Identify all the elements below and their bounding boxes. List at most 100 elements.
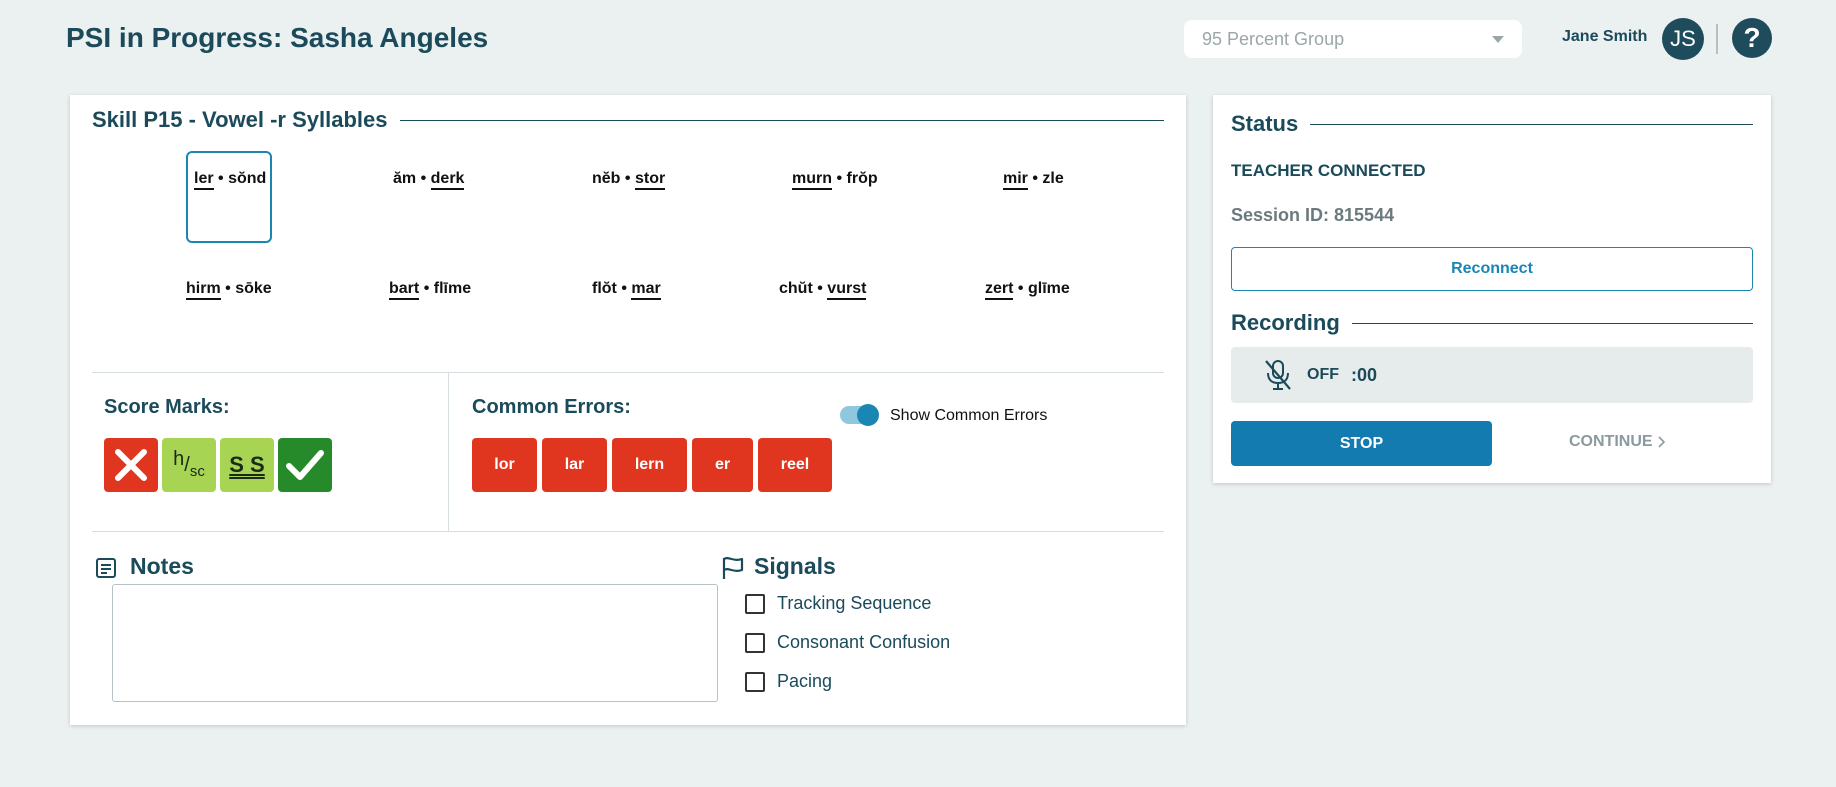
word-syllable: glīme (1027, 280, 1070, 297)
word-separator: • (621, 280, 627, 297)
word-item[interactable]: murn • frŏp (792, 170, 878, 190)
recording-title: Recording (1231, 310, 1340, 335)
word-separator: • (218, 170, 224, 187)
signals-label: Signals (754, 553, 836, 579)
word-item[interactable]: flŏt • mar (592, 280, 661, 300)
recording-bar: OFF :00 (1231, 347, 1753, 403)
word-item[interactable]: nĕb • stor (592, 170, 666, 190)
toggle-knob (857, 404, 879, 426)
connection-status: TEACHER CONNECTED (1231, 161, 1426, 180)
recording-state: OFF (1307, 366, 1339, 383)
score-ss-button[interactable]: S S (220, 438, 274, 492)
word-syllable: flŏt (592, 280, 617, 297)
signal-pacing[interactable]: Pacing (745, 671, 832, 692)
flag-icon (720, 555, 746, 586)
word-syllable: flīme (433, 280, 472, 297)
word-item[interactable]: mir • zle (1003, 170, 1064, 190)
section-divider (92, 372, 1164, 373)
word-item[interactable]: chŭt • vurst (779, 280, 867, 300)
avatar[interactable]: JS (1662, 18, 1704, 60)
selected-word-card[interactable] (186, 151, 272, 243)
word-item[interactable]: bart • flīme (389, 280, 472, 300)
word-separator: • (420, 170, 427, 187)
error-button-lor[interactable]: lor (472, 438, 537, 492)
word-syllable: mar (631, 280, 661, 300)
word-separator: • (1032, 170, 1038, 187)
word-syllable: sŏnd (228, 170, 267, 187)
score-incorrect-button[interactable] (104, 438, 158, 492)
score-correct-button[interactable] (278, 438, 332, 492)
word-item[interactable]: hirm • sōke (186, 280, 272, 300)
status-header: Status (1231, 111, 1753, 137)
header-divider (1716, 24, 1718, 54)
word-syllable: nĕb (592, 170, 621, 187)
checkbox[interactable] (745, 671, 765, 692)
signal-consonant-confusion[interactable]: Consonant Confusion (745, 632, 950, 653)
help-button[interactable]: ? (1732, 18, 1772, 58)
notes-textarea[interactable] (112, 584, 718, 702)
signal-label: Consonant Confusion (777, 632, 951, 652)
word-syllable: vurst (827, 280, 867, 300)
mic-off-icon (1265, 360, 1291, 390)
word-syllable: frŏp (846, 170, 878, 187)
chevron-down-icon (1492, 35, 1504, 43)
notes-label: Notes (130, 553, 194, 579)
stop-button[interactable]: STOP (1231, 421, 1492, 466)
reconnect-button[interactable]: Reconnect (1231, 247, 1753, 291)
continue-button[interactable]: CONTINUE (1569, 433, 1666, 451)
skill-header-rule (399, 119, 1164, 121)
section-divider (448, 373, 449, 531)
status-card: Status TEACHER CONNECTED Session ID: 815… (1213, 95, 1771, 483)
skill-card: Skill P15 - Vowel -r Syllables ler • sŏn… (70, 95, 1186, 725)
word-item[interactable]: ler • sŏnd (194, 170, 267, 190)
error-button-lern[interactable]: lern (612, 438, 687, 492)
show-common-errors-toggle[interactable] (840, 404, 879, 426)
common-errors-label: Common Errors: (472, 396, 631, 418)
recording-header-rule (1351, 322, 1753, 324)
x-icon (115, 449, 147, 481)
word-syllable: bart (389, 280, 420, 300)
skill-title: Skill P15 - Vowel -r Syllables (92, 107, 388, 132)
hsc-sc: sc (189, 462, 205, 480)
signal-tracking-sequence[interactable]: Tracking Sequence (745, 593, 931, 614)
signal-label: Pacing (777, 671, 833, 691)
hsc-h: h (173, 447, 185, 470)
section-divider (92, 531, 1164, 532)
word-separator: • (624, 170, 631, 187)
word-syllable: zert (985, 280, 1014, 300)
error-button-lar[interactable]: lar (542, 438, 607, 492)
word-item[interactable]: ăm • derk (393, 170, 465, 190)
group-select-value: 95 Percent Group (1202, 28, 1345, 49)
notes-icon (94, 556, 118, 585)
word-syllable: zle (1042, 170, 1064, 187)
word-syllable: stor (634, 170, 666, 190)
word-syllable: ăm (393, 170, 417, 187)
page-title: PSI in Progress: Sasha Angeles (66, 22, 489, 53)
word-syllable: hirm (186, 280, 221, 300)
chevron-right-icon (1657, 436, 1665, 448)
checkbox[interactable] (745, 593, 765, 614)
word-separator: • (817, 280, 823, 297)
word-separator: • (225, 280, 231, 297)
show-common-errors-label: Show Common Errors (890, 407, 1048, 424)
ss-label: S S (229, 452, 265, 477)
checkbox[interactable] (745, 632, 765, 653)
error-button-reel[interactable]: reel (758, 438, 832, 492)
error-button-er[interactable]: er (692, 438, 753, 492)
word-syllable: sōke (235, 280, 272, 297)
word-item[interactable]: zert • glīme (985, 280, 1070, 300)
word-syllable: mir (1003, 170, 1028, 190)
word-separator: • (423, 280, 430, 297)
word-separator: • (1017, 280, 1024, 297)
recording-header: Recording (1231, 310, 1753, 336)
session-id: Session ID: 815544 (1231, 205, 1395, 225)
help-icon: ? (1743, 22, 1761, 53)
score-self-correct-button[interactable]: h / sc (162, 438, 216, 492)
check-icon (286, 450, 324, 480)
continue-label: CONTINUE (1569, 433, 1653, 450)
word-syllable: murn (792, 170, 832, 190)
group-select[interactable]: 95 Percent Group (1184, 20, 1522, 58)
user-name: Jane Smith (1562, 28, 1648, 45)
status-title: Status (1231, 111, 1299, 136)
word-syllable: derk (430, 170, 465, 190)
